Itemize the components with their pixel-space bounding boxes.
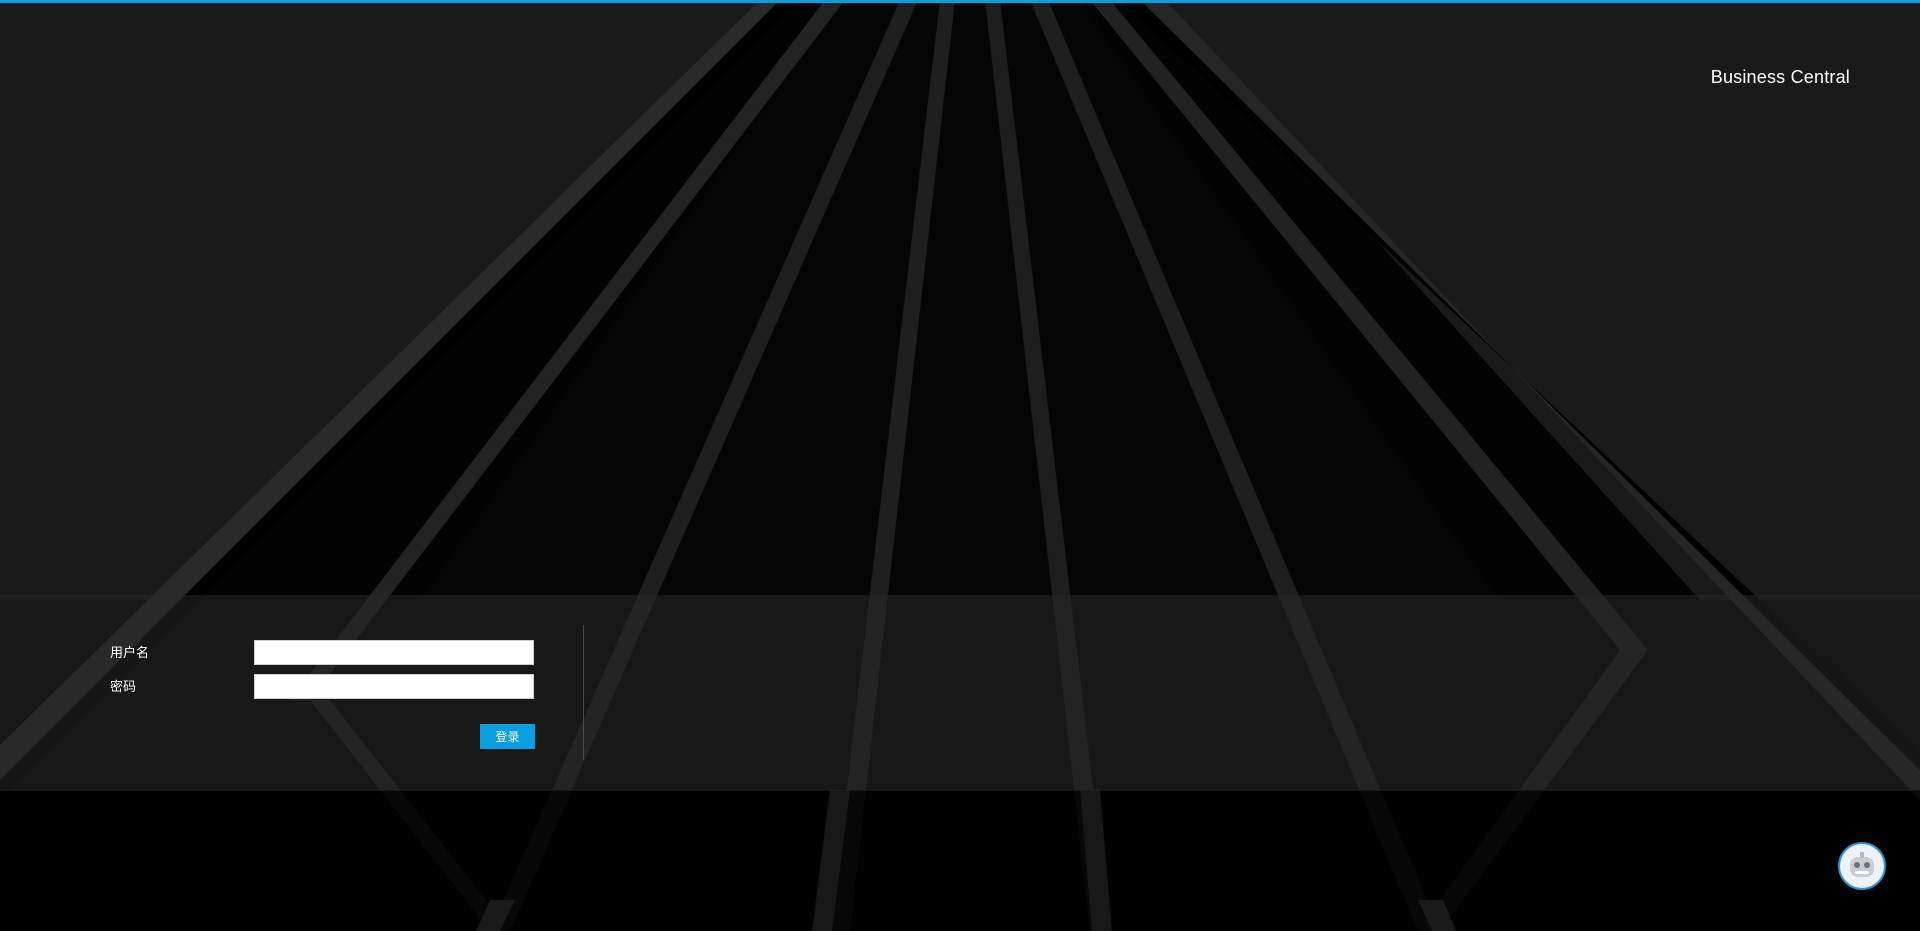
robot-avatar-icon[interactable] [1838, 842, 1886, 890]
password-input[interactable] [254, 674, 534, 699]
login-form: 用户名 密码 登录 [0, 595, 584, 791]
background-artwork [0, 0, 1920, 931]
login-band: 用户名 密码 登录 [0, 595, 1920, 791]
top-accent-bar [0, 0, 1920, 3]
login-button[interactable]: 登录 [480, 724, 535, 749]
username-label: 用户名 [110, 646, 150, 661]
username-input[interactable] [254, 640, 534, 665]
brand-title: Business Central [1710, 67, 1850, 87]
password-label: 密码 [110, 680, 137, 695]
login-page: Business Central 用户名 密码 登录 [0, 0, 1920, 931]
form-divider [583, 625, 584, 760]
